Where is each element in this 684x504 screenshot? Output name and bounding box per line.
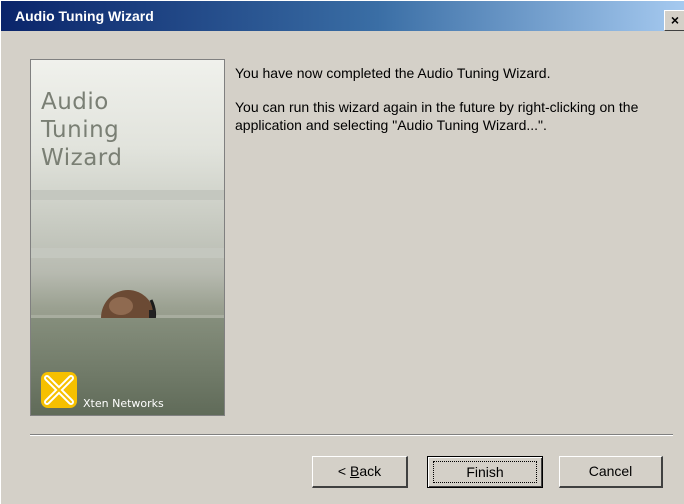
brand-name: Xten Networks [83,397,164,410]
cancel-button-label: Cancel [588,463,633,479]
back-button-label: ack [359,463,382,479]
finish-button[interactable]: Finish [427,456,543,488]
side-title-line: Wizard [41,145,123,171]
close-button[interactable]: × [664,10,684,31]
title-bar[interactable]: Audio Tuning Wizard [1,1,684,31]
wall-stripe [31,190,224,200]
wizard-window: Audio Tuning Wizard × Audio Tuning Wizar… [0,0,684,504]
xten-logo-icon [41,372,77,408]
wizard-side-image: Audio Tuning Wizard Xten Networks [30,59,225,416]
side-title-line: Tuning [41,117,120,143]
window-title: Audio Tuning Wizard [15,8,154,24]
back-button-accelerator: B [349,463,360,479]
wall-stripe [31,248,224,258]
back-button-prefix: < [337,463,350,479]
rerun-instructions: You can run this wizard again in the fut… [235,99,639,133]
finish-button-label: Finish [466,464,504,480]
focus-rectangle: Finish [433,461,537,483]
side-panel-title: Audio Tuning Wizard [41,88,122,172]
back-button[interactable]: < Back [312,456,408,488]
cancel-button[interactable]: Cancel [559,456,663,488]
completion-message: You have now completed the Audio Tuning … [235,65,551,81]
side-title-line: Audio [41,89,109,115]
button-separator [30,434,673,436]
close-icon: × [670,12,680,28]
